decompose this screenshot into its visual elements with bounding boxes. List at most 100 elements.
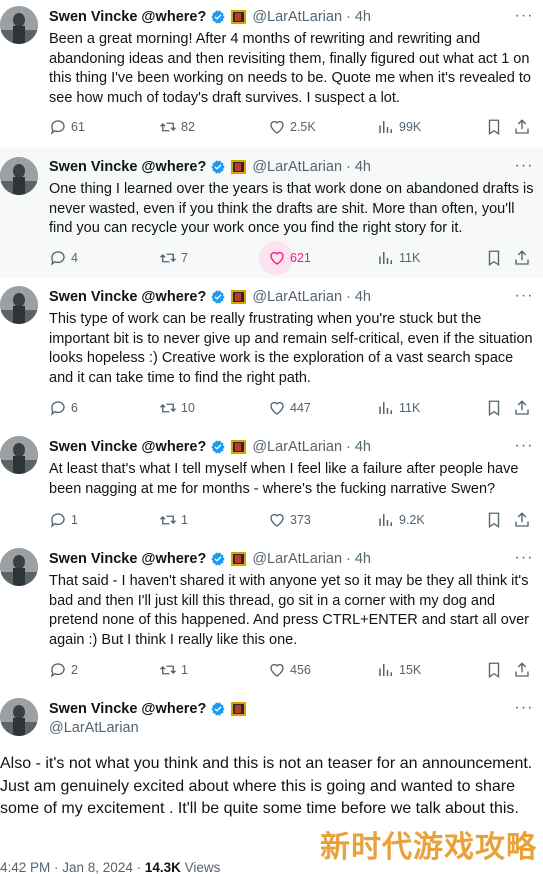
avatar[interactable] xyxy=(0,6,38,44)
author-handle[interactable]: @LarAtLarian xyxy=(252,159,342,175)
reply-button[interactable]: 61 xyxy=(49,117,85,137)
views-label: Views xyxy=(180,860,221,874)
tweet[interactable]: Swen Vincke @where? @LarAtLarian · 4h ··… xyxy=(0,148,543,278)
view-count: 11K xyxy=(399,251,421,265)
watermark: 新时代游戏攻略 xyxy=(320,830,537,865)
views-button[interactable]: 99K xyxy=(377,117,421,137)
verified-badge-icon xyxy=(210,289,226,305)
analytics-icon xyxy=(379,514,392,526)
analytics-icon xyxy=(379,252,392,264)
author-handle[interactable]: @LarAtLarian xyxy=(49,720,139,736)
tweet-actions: 61 82 2.5K 99K xyxy=(49,117,537,137)
avatar[interactable] xyxy=(0,286,38,324)
post-time[interactable]: 4h xyxy=(355,551,371,567)
separator-dot: · xyxy=(346,439,351,455)
author-name[interactable]: Swen Vincke @where? xyxy=(49,159,206,175)
view-count: 11K xyxy=(399,401,421,415)
avatar[interactable] xyxy=(0,548,38,586)
reply-button[interactable]: 1 xyxy=(49,510,78,530)
repost-count: 1 xyxy=(181,513,188,527)
reply-icon xyxy=(50,251,65,266)
tweet[interactable]: Swen Vincke @where? @LarAtLarian · 4h ··… xyxy=(0,428,543,540)
author-name[interactable]: Swen Vincke @where? xyxy=(49,289,206,305)
tweet-actions: 4 7 621 11K xyxy=(49,241,537,275)
repost-count: 7 xyxy=(181,251,188,265)
bookmark-icon[interactable] xyxy=(485,248,503,268)
avatar[interactable] xyxy=(0,157,38,195)
tweet-header: Swen Vincke @where? @LarAtLarian · 4h xyxy=(49,157,371,177)
repost-count: 10 xyxy=(181,401,195,415)
post-time[interactable]: 4h xyxy=(355,9,371,25)
share-icon[interactable] xyxy=(513,660,531,680)
like-button[interactable]: 447 xyxy=(268,398,311,418)
post-time[interactable]: 4h xyxy=(355,289,371,305)
reply-button[interactable]: 6 xyxy=(49,398,78,418)
tweet-text: That said - I haven't shared it with any… xyxy=(49,573,529,648)
bookmark-icon[interactable] xyxy=(485,398,503,418)
repost-button[interactable]: 82 xyxy=(159,117,195,137)
share-icon[interactable] xyxy=(513,398,531,418)
tweet-text: This type of work can be really frustrat… xyxy=(49,311,533,386)
bookmark-icon[interactable] xyxy=(485,510,503,530)
bookmark-icon[interactable] xyxy=(485,117,503,137)
heart-icon xyxy=(270,401,284,415)
more-options-icon[interactable]: ··· xyxy=(513,158,535,180)
reply-button[interactable]: 2 xyxy=(49,660,78,680)
main-tweet-header: Swen Vincke @where? xyxy=(49,699,247,719)
more-options-icon[interactable]: ··· xyxy=(513,550,535,572)
author-name[interactable]: Swen Vincke @where? xyxy=(49,701,206,717)
like-button[interactable]: 621 xyxy=(259,241,311,275)
author-name[interactable]: Swen Vincke @where? xyxy=(49,439,206,455)
author-handle[interactable]: @LarAtLarian xyxy=(252,9,342,25)
author-handle[interactable]: @LarAtLarian xyxy=(252,439,342,455)
post-timestamp[interactable]: 4:42 PM · Jan 8, 2024 · xyxy=(0,860,145,874)
verified-badge-icon xyxy=(210,701,226,717)
repost-icon xyxy=(160,515,176,525)
heart-icon xyxy=(270,251,284,265)
repost-button[interactable]: 10 xyxy=(159,398,195,418)
share-icon[interactable] xyxy=(513,510,531,530)
share-icon[interactable] xyxy=(513,248,531,268)
like-button[interactable]: 456 xyxy=(268,660,311,680)
share-icon[interactable] xyxy=(513,117,531,137)
post-time[interactable]: 4h xyxy=(355,159,371,175)
repost-count: 82 xyxy=(181,120,195,134)
reply-button[interactable]: 4 xyxy=(49,248,78,268)
like-count: 621 xyxy=(290,251,311,265)
views-button[interactable]: 11K xyxy=(377,248,420,268)
repost-button[interactable]: 7 xyxy=(159,248,188,268)
reply-icon xyxy=(50,401,65,416)
repost-button[interactable]: 1 xyxy=(159,660,188,680)
more-options-icon[interactable]: ··· xyxy=(513,438,535,460)
like-button[interactable]: 373 xyxy=(268,510,311,530)
post-time[interactable]: 4h xyxy=(355,439,371,455)
repost-button[interactable]: 1 xyxy=(159,510,188,530)
views-button[interactable]: 9.2K xyxy=(377,510,425,530)
more-options-icon[interactable]: ··· xyxy=(513,700,535,722)
verified-badge-icon xyxy=(210,9,226,25)
reply-count: 61 xyxy=(71,120,85,134)
tweet[interactable]: Swen Vincke @where? @LarAtLarian · 4h ··… xyxy=(0,540,543,690)
author-name[interactable]: Swen Vincke @where? xyxy=(49,551,206,567)
like-button[interactable]: 2.5K xyxy=(268,117,316,137)
tweet[interactable]: Swen Vincke @where? @LarAtLarian · 4h ··… xyxy=(0,278,543,428)
tweet-text: One thing I learned over the years is th… xyxy=(49,181,534,236)
author-handle[interactable]: @LarAtLarian xyxy=(252,551,342,567)
avatar[interactable] xyxy=(0,698,38,736)
more-options-icon[interactable]: ··· xyxy=(513,288,535,310)
tweet-actions: 1 1 373 9.2K xyxy=(49,510,537,530)
repost-icon xyxy=(160,122,176,132)
avatar[interactable] xyxy=(0,436,38,474)
separator-dot: · xyxy=(346,551,351,567)
views-button[interactable]: 11K xyxy=(377,398,420,418)
tweet[interactable]: Swen Vincke @where? @LarAtLarian · 4h ··… xyxy=(0,0,543,148)
tweet-text: Been a great morning! After 4 months of … xyxy=(49,31,531,106)
views-button[interactable]: 15K xyxy=(377,660,421,680)
verified-badge-icon xyxy=(210,439,226,455)
author-handle[interactable]: @LarAtLarian xyxy=(252,289,342,305)
more-options-icon[interactable]: ··· xyxy=(513,8,535,30)
affiliate-badge-icon xyxy=(231,702,247,716)
author-name[interactable]: Swen Vincke @where? xyxy=(49,9,206,25)
bookmark-icon[interactable] xyxy=(485,660,503,680)
separator-dot: · xyxy=(346,9,351,25)
